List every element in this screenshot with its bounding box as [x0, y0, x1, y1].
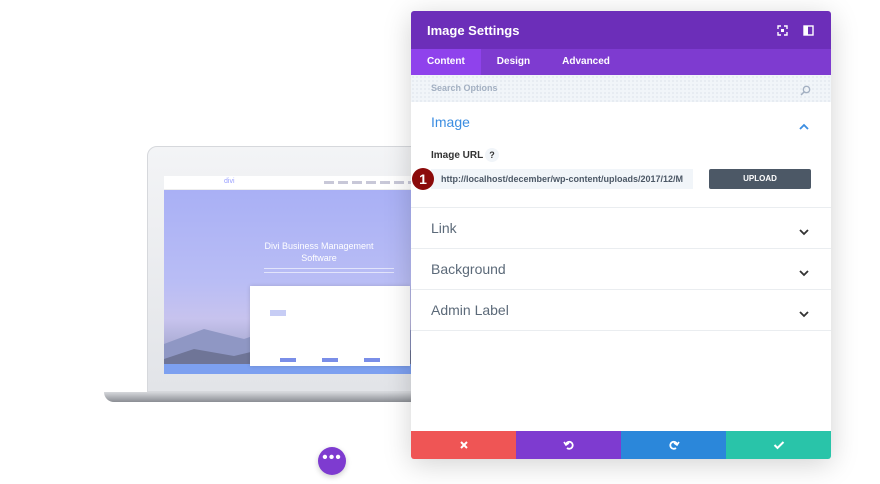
dots-icon: ••• [322, 449, 342, 466]
image-url-input[interactable] [431, 169, 693, 189]
site-logo: divi [224, 178, 235, 185]
chevron-up-svg [799, 123, 809, 130]
hero-card-block [270, 310, 286, 316]
chevron-down-svg [799, 270, 809, 277]
hero-title: Divi Business Management Software [264, 241, 374, 263]
undo-icon [562, 440, 574, 450]
panel-title: Image Settings [427, 23, 520, 38]
image-url-label: Image URL [431, 150, 484, 161]
sidebar-icon-svg [802, 24, 814, 36]
save-button[interactable] [726, 431, 831, 459]
discard-button[interactable] [411, 431, 516, 459]
chevron-down-icon[interactable] [799, 223, 809, 241]
search-icon[interactable] [800, 83, 811, 101]
site-hero: Divi Business Management Software [164, 190, 434, 374]
tab-bar: Content Design Advanced [411, 49, 831, 75]
section-admin-label-title: Admin Label [431, 302, 509, 318]
panel-footer [411, 431, 831, 459]
step-badge-number: 1 [419, 171, 427, 187]
more-options-button[interactable]: ••• [318, 447, 346, 475]
section-image-title: Image [431, 114, 470, 130]
expand-icon-svg [776, 24, 788, 36]
close-icon [459, 441, 468, 449]
search-icon-svg [800, 85, 811, 96]
section-image-header[interactable]: Image [411, 102, 831, 142]
tab-content[interactable]: Content [411, 49, 481, 75]
section-admin-label[interactable]: Admin Label [411, 290, 831, 331]
hero-subtitle-lines [264, 268, 394, 276]
section-image: Image Image URL ? UPLOAD [411, 102, 831, 208]
chevron-down-svg [799, 229, 809, 236]
expand-icon[interactable] [775, 23, 789, 37]
help-icon[interactable]: ? [485, 148, 499, 162]
panel-header: Image Settings [411, 11, 831, 49]
hero-card-button [322, 358, 338, 362]
section-background-title: Background [431, 261, 506, 277]
hero-card-button [280, 358, 296, 362]
chevron-down-svg [799, 311, 809, 318]
chevron-down-icon[interactable] [799, 305, 809, 323]
laptop-preview: divi Divi Business Management Software [104, 146, 434, 406]
redo-icon [668, 440, 680, 450]
section-link-title: Link [431, 220, 457, 236]
search-options-input[interactable] [431, 83, 771, 93]
upload-button[interactable]: UPLOAD [709, 169, 811, 189]
image-settings-panel: Image Settings Content Design Advanced S… [411, 11, 831, 459]
undo-button[interactable] [516, 431, 621, 459]
section-link-header[interactable]: Link [411, 208, 831, 248]
section-background-header[interactable]: Background [411, 249, 831, 289]
search-bar [411, 75, 831, 102]
section-background[interactable]: Background [411, 249, 831, 290]
section-admin-label-header[interactable]: Admin Label [411, 290, 831, 330]
laptop-screen: divi Divi Business Management Software [164, 176, 434, 374]
hero-card-button [364, 358, 380, 362]
tab-advanced[interactable]: Advanced [546, 49, 626, 75]
section-link[interactable]: Link [411, 208, 831, 249]
sidebar-toggle-icon[interactable] [801, 23, 815, 37]
site-nav-links [324, 181, 424, 184]
checkmark-icon [773, 441, 784, 450]
tab-design[interactable]: Design [481, 49, 546, 75]
step-badge: 1 [411, 167, 435, 196]
chevron-down-icon[interactable] [799, 264, 809, 282]
laptop-base [104, 392, 434, 402]
redo-button[interactable] [621, 431, 726, 459]
chevron-up-icon[interactable] [799, 117, 809, 135]
hero-card [250, 286, 410, 366]
site-nav: divi [164, 176, 434, 190]
